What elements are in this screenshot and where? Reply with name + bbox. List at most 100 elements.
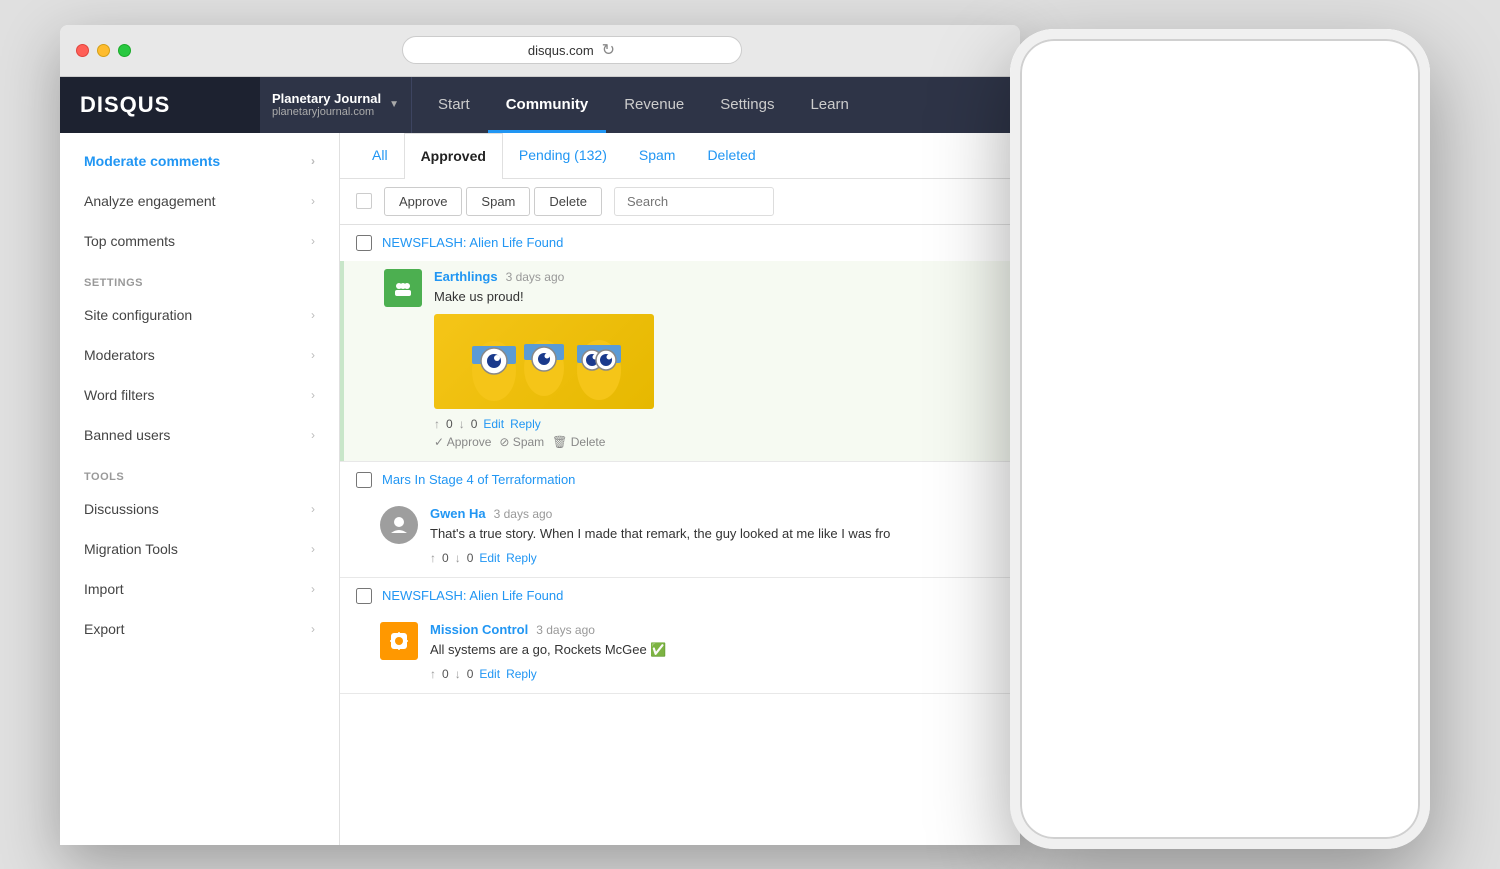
edit-link-3[interactable]: Edit (479, 667, 500, 681)
nav-item-community[interactable]: Community (488, 77, 607, 133)
edit-link-1[interactable]: Edit (483, 417, 504, 431)
sidebar-item-import[interactable]: Import › (60, 569, 339, 609)
chevron-icon-site-config: › (311, 308, 315, 322)
tab-deleted[interactable]: Deleted (691, 133, 771, 177)
sidebar-item-word-filters[interactable]: Word filters › (60, 375, 339, 415)
upvote-rocket[interactable]: ▲ (1072, 388, 1088, 406)
phone-site-tab[interactable]: Planetary Journal (1138, 216, 1255, 233)
sidebar-item-site-config[interactable]: Site configuration › (60, 295, 339, 335)
approve-mod-1[interactable]: ✓ Approve (434, 435, 491, 449)
phone-avatar-mission (1038, 427, 1076, 465)
sidebar-item-analyze[interactable]: Analyze engagement › (60, 181, 339, 221)
phone-ad-banner: 10 Best Rocket Upgrades You won't believ… (1010, 101, 1430, 205)
tab-pending[interactable]: Pending (132) (503, 133, 623, 177)
recommend-label: Recommend (1037, 255, 1111, 270)
sidebar-item-migration-tools[interactable]: Migration Tools › (60, 529, 339, 569)
upvote-count-3: 0 (442, 667, 449, 681)
delete-button[interactable]: Delete (534, 187, 602, 216)
delete-mod-1[interactable]: 🗑 Delete (552, 435, 605, 449)
phone-author-earthlings: Earthlings (1086, 504, 1416, 518)
tab-approved[interactable]: Approved (404, 133, 503, 179)
minimize-button[interactable] (97, 44, 110, 57)
phone-comment-earthlings: Earthlings Make us proud! (1010, 494, 1430, 553)
tab-spam[interactable]: Spam (623, 133, 692, 177)
edit-link-2[interactable]: Edit (479, 551, 500, 565)
downvote-count-1: 0 (471, 417, 478, 431)
reply-link-3[interactable]: Reply (506, 667, 537, 681)
group1-checkbox[interactable] (356, 235, 372, 251)
upvote-1[interactable]: ↑ (434, 417, 440, 431)
chevron-icon-moderate: › (311, 154, 315, 168)
phone-ad-text: 10 Best Rocket Upgrades You won't believ… (1024, 113, 1326, 192)
sidebar-item-moderate[interactable]: Moderate comments › (60, 141, 339, 181)
content-area: All Approved Pending (132) Spam Deleted … (340, 133, 1020, 845)
site-selector[interactable]: Planetary Journal planetaryjournal.com ▼ (260, 77, 412, 133)
spam-button[interactable]: Spam (466, 187, 530, 216)
sort-dropdown-icon: ▾ (1409, 254, 1416, 269)
carrier-text: DSQS (1026, 61, 1057, 73)
reload-button[interactable]: ↻ (602, 40, 615, 60)
spam-mod-1[interactable]: ⊘ Spam (499, 435, 544, 449)
downvote-rocket[interactable]: ▼ (1096, 388, 1112, 406)
phone-content[interactable]: 10 Best Rocket Upgrades You won't believ… (1010, 101, 1430, 849)
downvote-mission[interactable]: ▼ (1110, 465, 1126, 483)
phone-recommend[interactable]: ♥ Recommend (1024, 255, 1110, 270)
bluetooth-icon: ✦ (1353, 60, 1362, 73)
tab-all[interactable]: All (356, 133, 404, 177)
reply-link-2[interactable]: Reply (506, 551, 537, 565)
chevron-icon-import: › (311, 582, 315, 596)
downvote-3[interactable]: ↓ (455, 667, 461, 681)
url-input[interactable]: disqus.com ↻ (402, 36, 742, 64)
nav-item-revenue[interactable]: Revenue (606, 77, 702, 133)
close-button[interactable] (76, 44, 89, 57)
phone-discussion-input[interactable]: Join the discussion... (1024, 289, 1416, 330)
upvote-2[interactable]: ↑ (430, 551, 436, 565)
phone-sort[interactable]: Sort By Best ▾ (1334, 254, 1416, 270)
comment-text-3: All systems are a go, Rockets McGee ✅ (430, 641, 1004, 659)
tools-section-label: TOOLS (60, 455, 339, 489)
sidebar-label-migration-tools: Migration Tools (84, 541, 178, 557)
post-title-2[interactable]: Mars In Stage 4 of Terraformation (382, 472, 575, 487)
downvote-count-2: 0 (467, 551, 474, 565)
search-input[interactable] (614, 187, 774, 216)
nav-item-start[interactable]: Start (420, 77, 488, 133)
phone-author-mission: Mission Control (1086, 427, 1416, 441)
site-name-text: Planetary Journal planetaryjournal.com (272, 91, 381, 118)
comment-time-2: 3 days ago (494, 507, 553, 521)
upvote-3[interactable]: ↑ (430, 667, 436, 681)
site-name: Planetary Journal (272, 91, 381, 106)
learn-more-button[interactable]: Learn More (1024, 169, 1102, 191)
phone-ad-title: 10 Best Rocket Upgrades (1024, 113, 1326, 127)
comments-count-tab[interactable]: 10 Comments (1024, 214, 1122, 235)
group3-checkbox[interactable] (356, 588, 372, 604)
upvote-mission[interactable]: ▲ (1086, 465, 1102, 483)
sidebar-item-export[interactable]: Export › (60, 609, 339, 649)
chevron-icon-banned-users: › (311, 428, 315, 442)
sidebar-item-discussions[interactable]: Discussions › (60, 489, 339, 529)
group2-checkbox[interactable] (356, 472, 372, 488)
comment-actions-2: ↑ 0 ↓ 0 Edit Reply (430, 551, 1004, 565)
post-title-1[interactable]: NEWSFLASH: Alien Life Found (382, 235, 563, 250)
sidebar-item-banned-users[interactable]: Banned users › (60, 415, 339, 455)
comment-moderation-1: ✓ Approve ⊘ Spam 🗑 Delete (434, 435, 1004, 449)
downvote-1[interactable]: ↓ (459, 417, 465, 431)
phone-comment-rocket: Rocket Awww yisss. Time for some space t… (1010, 340, 1430, 417)
phone-status-right: ✦ 89% (1353, 60, 1414, 73)
sidebar-item-moderators[interactable]: Moderators › (60, 335, 339, 375)
phone-url-bar: planetaryjournal.com (1010, 77, 1430, 101)
sidebar-label-site-config: Site configuration (84, 307, 192, 323)
comment-group-1: NEWSFLASH: Alien Life Found (340, 225, 1020, 462)
sidebar-item-top[interactable]: Top comments › (60, 221, 339, 261)
reply-link-1[interactable]: Reply (510, 417, 541, 431)
phone-avatar-earthlings (1038, 504, 1076, 542)
nav-item-settings[interactable]: Settings (702, 77, 792, 133)
approve-button[interactable]: Approve (384, 187, 462, 216)
select-all-checkbox[interactable] (356, 193, 372, 209)
avatar-gwen (380, 506, 418, 544)
downvote-2[interactable]: ↓ (455, 551, 461, 565)
nav-item-learn[interactable]: Learn (792, 77, 866, 133)
maximize-button[interactable] (118, 44, 131, 57)
minion-graphic (434, 314, 654, 409)
phone-comment-body-rocket: Rocket Awww yisss. Time for some space t… (1072, 350, 1416, 406)
post-title-3[interactable]: NEWSFLASH: Alien Life Found (382, 588, 563, 603)
